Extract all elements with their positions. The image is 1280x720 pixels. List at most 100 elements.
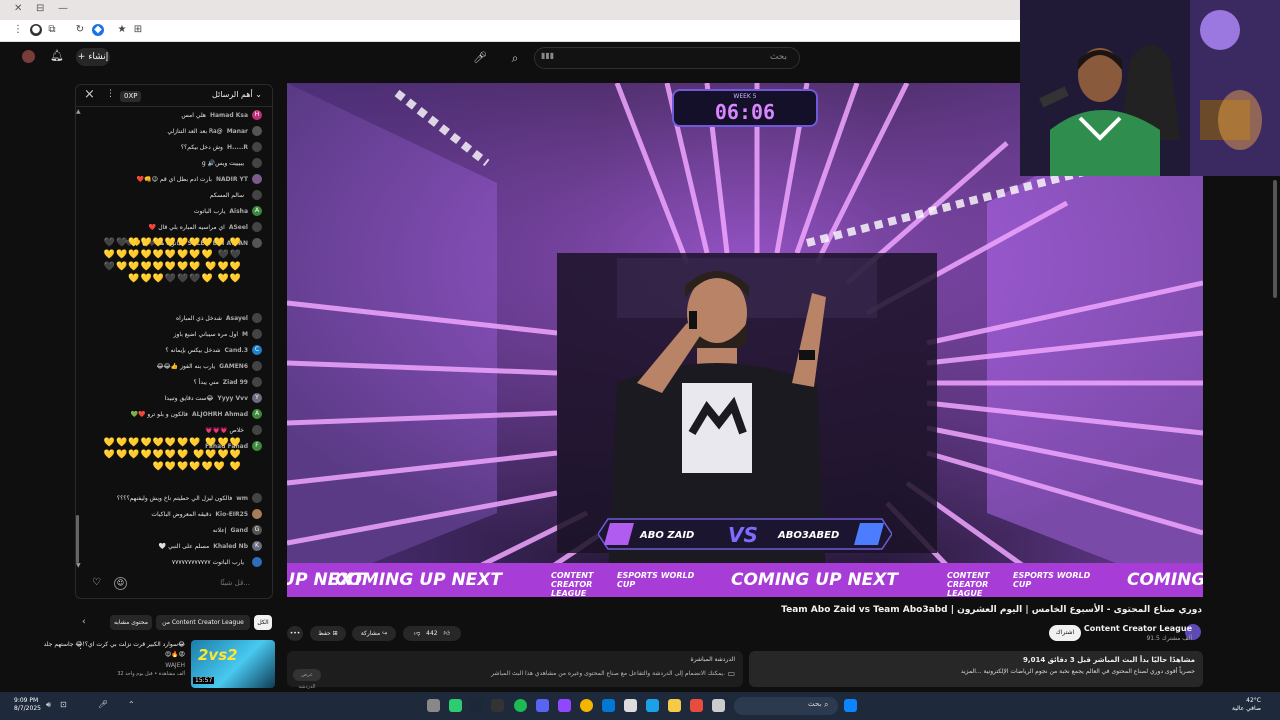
outlook-icon[interactable] xyxy=(602,699,615,712)
close-icon[interactable]: × xyxy=(84,87,95,102)
app-icon[interactable] xyxy=(712,699,725,712)
search-input[interactable]: ▮▮▮ بحث xyxy=(534,47,800,69)
weather-widget[interactable]: 42°C صافي عالية xyxy=(1232,697,1261,713)
chat-message[interactable]: Kio-EIR25 دقيقه المعروض الباكيات xyxy=(151,508,262,520)
chat-message[interactable]: wm فالكون ليزل الي حطيتم ناخ ويش وليفنهم؟… xyxy=(117,492,262,504)
chat-avatar[interactable] xyxy=(252,238,262,248)
emoji-picker-icon[interactable]: ☺ xyxy=(114,577,127,590)
chat-avatar[interactable] xyxy=(252,174,262,184)
chat-input[interactable]: ♡ ☺ قل شيئًا... xyxy=(84,576,264,592)
chat-message[interactable]: C Cand.3 شدخل بيكس بإيمانه ؟ xyxy=(165,344,262,356)
file-explorer-icon[interactable] xyxy=(668,699,681,712)
reload-icon[interactable]: ↻ xyxy=(74,24,86,36)
page-scrollbar[interactable] xyxy=(1273,180,1277,298)
chat-message[interactable]: GAMEN6 😂😂👍 يارب بنه الفوز xyxy=(157,360,262,372)
tab-grid-icon[interactable]: ⊞ xyxy=(132,24,144,36)
chevron-left-icon[interactable]: ‹ xyxy=(82,617,86,627)
recommendation-menu-icon[interactable]: ⋮ xyxy=(76,641,85,651)
chat-author[interactable]: H.....R xyxy=(227,144,248,151)
mic-icon[interactable]: 🎤︎ xyxy=(470,47,490,69)
xbox-icon[interactable] xyxy=(491,699,504,712)
windows-start-icon[interactable] xyxy=(844,699,857,712)
profile-icon[interactable]: ● xyxy=(30,24,42,36)
chat-message[interactable]: يارب الباتوت ٧٧٧٧٧٧٧٧٧٧٧٧ xyxy=(172,556,262,568)
chat-avatar[interactable] xyxy=(252,377,262,387)
xp-badge[interactable]: 0XP xyxy=(120,91,142,102)
chat-author[interactable]: Aisha xyxy=(229,208,248,215)
chat-message[interactable]: A Aisha يارب الباتوت xyxy=(194,205,262,217)
recommendation-channel[interactable]: WAJEH xyxy=(165,662,185,669)
chat-mode-dropdown[interactable]: أهم الرسائل ⌄ xyxy=(212,90,262,99)
chat-message[interactable]: M اول مره سيباني اضيع باوز xyxy=(174,328,262,340)
chrome-icon[interactable] xyxy=(580,699,593,712)
chat-avatar[interactable] xyxy=(252,425,262,435)
chat-author[interactable]: wm xyxy=(236,495,248,502)
steam-icon[interactable] xyxy=(469,699,482,712)
chat-avatar[interactable] xyxy=(252,222,262,232)
network-icon[interactable]: ⊡ xyxy=(60,700,67,709)
extensions-icon[interactable]: ⧉ xyxy=(46,24,58,36)
chat-message[interactable]: g 🔊يبيييت ويس xyxy=(202,157,262,169)
chat-avatar[interactable] xyxy=(252,158,262,168)
chat-avatar[interactable] xyxy=(252,361,262,371)
minimize-window-icon[interactable]: — xyxy=(58,3,68,14)
chat-scroll-down-icon[interactable]: ▼ xyxy=(76,562,81,569)
chat-avatar[interactable] xyxy=(252,142,262,152)
open-chat-button[interactable]: عرض الدردشة xyxy=(293,669,321,690)
edge-icon[interactable] xyxy=(646,699,659,712)
save-button[interactable]: حفظ ⊞ xyxy=(310,626,346,641)
chat-avatar[interactable]: K xyxy=(252,541,262,551)
chat-author[interactable]: Asayel xyxy=(226,315,248,322)
create-button[interactable]: + إنشاء xyxy=(76,48,110,66)
chat-author[interactable]: Cand.3 xyxy=(225,347,248,354)
like-icon[interactable]: 👍︎ xyxy=(444,630,450,637)
more-options-icon[interactable]: ⋮ xyxy=(106,89,115,99)
chat-avatar[interactable] xyxy=(252,190,262,200)
account-avatar[interactable] xyxy=(22,50,35,63)
chat-avatar[interactable]: A xyxy=(252,409,262,419)
chat-author[interactable]: Manar xyxy=(227,128,248,135)
spotify-icon[interactable] xyxy=(514,699,527,712)
heart-reaction-icon[interactable]: ♡ xyxy=(92,577,101,588)
tray-expand-icon[interactable]: ⌃ xyxy=(128,700,135,709)
chat-author[interactable]: Gand xyxy=(230,527,248,534)
search-icon[interactable]: ⌕ xyxy=(502,47,528,69)
chat-avatar[interactable]: C xyxy=(252,345,262,355)
dislike-icon[interactable]: 👎︎ xyxy=(414,630,420,637)
notifications-bell-icon[interactable]: 🔔︎ xyxy=(50,49,64,62)
chip-from-channel[interactable]: من Content Creator League xyxy=(156,615,250,630)
taskbar-clock[interactable]: 9:09 PM 8/7/2025 xyxy=(14,697,41,713)
chat-message[interactable]: Asayel شدخل ذي المباراه xyxy=(176,312,262,324)
chat-message[interactable]: سالم المسكم xyxy=(210,189,262,201)
chat-message[interactable]: Y Yyyy Vvv ست دقايق وتبيدا😂 xyxy=(165,392,262,404)
chat-author[interactable]: ALJOHRH Ahmad xyxy=(192,411,248,418)
chat-message[interactable]: Manar بعد العد التنازلي Ra@ xyxy=(167,125,262,137)
subscribe-button[interactable]: اشتراك xyxy=(1049,625,1081,641)
chat-message[interactable]: A ALJOHRH Ahmad 💚❤️ فالكون و بلو ترو xyxy=(130,408,262,420)
chat-avatar[interactable] xyxy=(252,313,262,323)
chat-author[interactable]: Hamad Ksa xyxy=(210,112,248,119)
chip-all[interactable]: الكل xyxy=(254,615,272,630)
chat-message[interactable]: NADIR YT ❤️👊😉 بارت ادم بطل اي قم xyxy=(137,173,262,185)
menu-dots-icon[interactable]: ⋮ xyxy=(12,24,24,36)
microphone-tray-icon[interactable]: 🎤︎ xyxy=(98,700,108,709)
chat-message[interactable]: G Gand إعلانه xyxy=(213,524,262,536)
chat-avatar[interactable]: H xyxy=(252,110,262,120)
chat-author[interactable]: M xyxy=(242,331,248,338)
chat-author[interactable]: GAMEN6 xyxy=(219,363,248,370)
chat-message[interactable]: H.....R وش دخل بيكم؟؟ xyxy=(181,141,262,153)
channel-name[interactable]: Content Creator League xyxy=(1084,624,1192,633)
chat-avatar[interactable] xyxy=(252,126,262,136)
chat-message[interactable]: H Hamad Ksa هلي امس xyxy=(181,109,262,121)
restore-window-icon[interactable]: ⊟ xyxy=(36,3,44,14)
bookmark-star-icon[interactable]: ★ xyxy=(116,24,128,36)
chat-avatar[interactable]: Y xyxy=(252,393,262,403)
more-actions-button[interactable]: ••• xyxy=(287,626,303,641)
twitch-icon[interactable] xyxy=(558,699,571,712)
chat-avatar[interactable]: A xyxy=(252,206,262,216)
share-button[interactable]: مشاركة ↪ xyxy=(352,626,396,641)
chat-author[interactable]: NADIR YT xyxy=(216,176,248,183)
chat-author[interactable]: Yyyy Vvv xyxy=(217,395,248,402)
description-box[interactable]: 9,014 مشاهدًا حاليًا بدأ البث المباشر قب… xyxy=(749,651,1203,687)
chat-author[interactable]: Kio-EIR25 xyxy=(215,511,248,518)
